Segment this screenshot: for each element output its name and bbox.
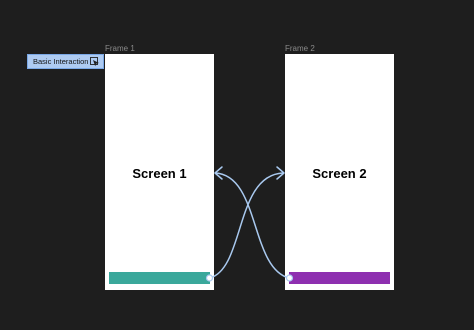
screen-2-button-bar[interactable] <box>289 272 390 284</box>
play-flow-icon[interactable] <box>90 57 100 67</box>
screen-2-title: Screen 2 <box>312 166 367 181</box>
screen-1-button-bar[interactable] <box>109 272 210 284</box>
flow-starting-point-badge[interactable]: Basic Interaction <box>27 54 104 69</box>
frame-1-label[interactable]: Frame 1 <box>105 44 135 53</box>
flow-label: Basic Interaction <box>33 57 89 66</box>
screen-1-title: Screen 1 <box>132 166 187 181</box>
frame-1[interactable]: Screen 1 <box>105 54 214 290</box>
connection-screen-1-to-screen-2[interactable] <box>209 172 284 279</box>
frame-2[interactable]: Screen 2 <box>285 54 394 290</box>
connection-screen-2-to-screen-1[interactable] <box>214 172 290 279</box>
prototype-connections <box>205 166 294 282</box>
design-canvas[interactable]: Basic Interaction Frame 1 Screen 1 Frame… <box>0 0 474 330</box>
frame-2-label[interactable]: Frame 2 <box>285 44 315 53</box>
